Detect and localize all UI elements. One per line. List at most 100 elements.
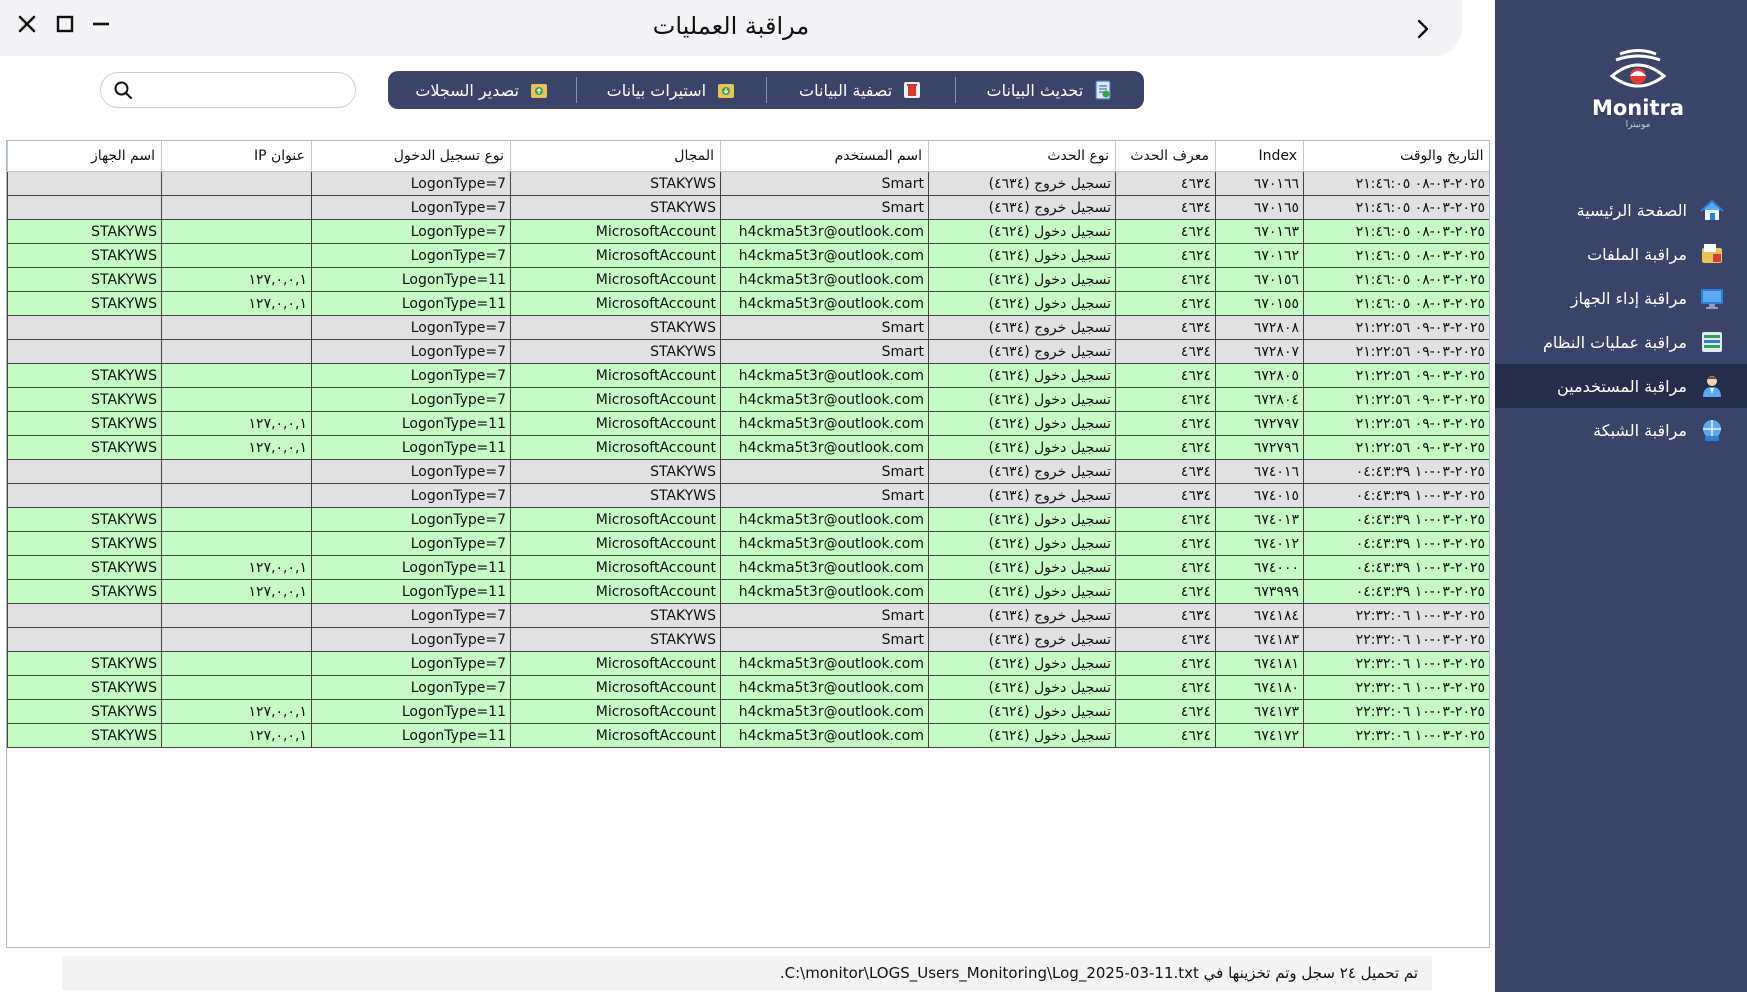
table-row[interactable]: ٢٠٢٥-٠٣-١٠ ٢٢:٣٢:٠٦ ٦٧٤١٧٣ ٤٦٢٤ تسجيل دخول … [7,699,1489,724]
sidebar-item-system-processes[interactable]: مراقبة عمليات النظام [1495,320,1747,364]
table-row[interactable]: ٢٠٢٥-٠٣-٠٩ ٢١:٢٢:٥٦ ٦٧٢٨٠٤ ٤٦٢٤ تسجيل دخول … [7,387,1489,412]
table-row[interactable]: ٢٠٢٥-٠٣-١٠ ٢٢:٣٢:٠٦ ٦٧٤١٨٤ ٤٦٣٤ تسجيل خروج … [7,603,1489,628]
cell-datetime: ٢٠٢٥-٠٣-٠٩ ٢١:٢٢:٥٦ [1303,435,1489,460]
events-table: التاريخ والوقت Index معرف الحدث نوع الحد… [6,140,1490,948]
cell-datetime: ٢٠٢٥-٠٣-٠٩ ٢١:٢٢:٥٦ [1303,315,1489,340]
sidebar-item-users[interactable]: مراقبة المستخدمين [1495,364,1747,408]
back-button[interactable] [1408,14,1438,44]
cell-index: ٦٧٢٧٩٧ [1215,411,1304,436]
cell-event-type: تسجيل دخول (٤٦٢٤) [928,723,1116,748]
export-logs-label: تصدير السجلات [415,80,519,100]
cell-datetime: ٢٠٢٥-٠٣-١٠ ٢٢:٣٢:٠٦ [1303,675,1489,700]
table-row[interactable]: ٢٠٢٥-٠٣-٠٨ ٢١:٤٦:٠٥ ٦٧٠١٦٢ ٤٦٢٤ تسجيل دخول … [7,243,1489,268]
import-icon [718,84,735,98]
sidebar-item-files[interactable]: مراقبة الملفات [1495,232,1747,276]
cell-event-type: تسجيل خروج (٤٦٣٤) [928,603,1116,628]
import-data-button[interactable]: استيرات بيانات [576,77,765,103]
column-header-datetime[interactable]: التاريخ والوقت [1303,141,1489,172]
table-row[interactable]: ٢٠٢٥-٠٣-١٠ ٢٢:٣٢:٠٦ ٦٧٤١٨٠ ٤٦٢٤ تسجيل دخول … [7,675,1489,700]
cell-username: h4ckma5t3r@outlook.com [720,507,929,532]
table-row[interactable]: ٢٠٢٥-٠٣-٠٩ ٢١:٢٢:٥٦ ٦٧٢٨٠٥ ٤٦٢٤ تسجيل دخول … [7,363,1489,388]
column-header-device-name[interactable]: اسم الجهاز [7,141,162,172]
table-row[interactable]: ٢٠٢٥-٠٣-١٠ ٠٤:٤٣:٣٩ ٦٧٤٠١٦ ٤٦٣٤ تسجيل خروج … [7,459,1489,484]
cell-username: h4ckma5t3r@outlook.com [720,579,929,604]
sidebar-item-home[interactable]: الصفحة الرئيسية [1495,188,1747,232]
table-row[interactable]: ٢٠٢٥-٠٣-٠٨ ٢١:٤٦:٠٥ ٦٧٠١٥٥ ٤٦٢٤ تسجيل دخول … [7,291,1489,316]
cell-device-name [7,339,162,364]
folder-icon [1702,244,1722,263]
column-header-event-type[interactable]: نوع الحدث [928,141,1116,172]
column-header-username[interactable]: اسم المستخدم [720,141,929,172]
cell-datetime: ٢٠٢٥-٠٣-١٠ ٢٢:٣٢:٠٦ [1303,651,1489,676]
table-row[interactable]: ٢٠٢٥-٠٣-٠٩ ٢١:٢٢:٥٦ ٦٧٢٨٠٧ ٤٦٣٤ تسجيل خروج … [7,339,1489,364]
cell-username: h4ckma5t3r@outlook.com [720,363,929,388]
sidebar-item-label: مراقبة عمليات النظام [1543,332,1687,352]
sidebar-item-network[interactable]: مراقبة الشبكة [1495,408,1747,452]
column-header-index[interactable]: Index [1215,141,1304,172]
cell-domain: MicrosoftAccount [510,579,721,604]
table-row[interactable]: ٢٠٢٥-٠٣-٠٩ ٢١:٢٢:٥٦ ٦٧٢٨٠٨ ٤٦٣٤ تسجيل خروج … [7,315,1489,340]
filter-data-button[interactable]: تصفية البيانات [765,77,955,103]
cell-ip-address [161,675,312,700]
table-row[interactable]: ٢٠٢٥-٠٣-٠٩ ٢١:٢٢:٥٦ ٦٧٢٧٩٦ ٤٦٢٤ تسجيل دخول … [7,435,1489,460]
cell-domain: STAKYWS [510,603,721,628]
cell-logon-type: LogonType=7 [311,531,511,556]
cell-event-id: ٤٦٢٤ [1115,651,1216,676]
refresh-data-button[interactable]: تحديث البيانات [954,77,1144,103]
table-row[interactable]: ٢٠٢٥-٠٣-٠٨ ٢١:٤٦:٠٥ ٦٧٠١٦٦ ٤٦٣٤ تسجيل خروج … [7,171,1489,196]
sidebar-item-device-performance[interactable]: مراقبة إداء الجهاز [1495,276,1747,320]
cell-datetime: ٢٠٢٥-٠٣-١٠ ٢٢:٣٢:٠٦ [1303,699,1489,724]
column-header-domain[interactable]: المجال [510,141,721,172]
cell-event-id: ٤٦٣٤ [1115,171,1216,196]
cell-datetime: ٢٠٢٥-٠٣-١٠ ٠٤:٤٣:٣٩ [1303,531,1489,556]
cell-domain: STAKYWS [510,315,721,340]
user-icon [1703,376,1721,397]
column-header-ip-address[interactable]: عنوان IP [161,141,312,172]
search-box[interactable] [100,72,356,108]
cell-logon-type: LogonType=11 [311,411,511,436]
table-row[interactable]: ٢٠٢٥-٠٣-١٠ ٢٢:٣٢:٠٦ ٦٧٤١٨٣ ٤٦٣٤ تسجيل خروج … [7,627,1489,652]
cell-event-id: ٤٦٢٤ [1115,243,1216,268]
cell-ip-address [161,219,312,244]
table-row[interactable]: ٢٠٢٥-٠٣-١٠ ٠٤:٤٣:٣٩ ٦٧٤٠١٣ ٤٦٢٤ تسجيل دخول … [7,507,1489,532]
column-header-event-id[interactable]: معرف الحدث [1115,141,1216,172]
cell-device-name: STAKYWS [7,531,162,556]
cell-logon-type: LogonType=7 [311,459,511,484]
chevron-right-icon [1417,19,1429,39]
column-header-logon-type[interactable]: نوع تسجيل الدخول [311,141,511,172]
search-input[interactable] [145,79,347,103]
cell-username: h4ckma5t3r@outlook.com [720,675,929,700]
table-row[interactable]: ٢٠٢٥-٠٣-٠٨ ٢١:٤٦:٠٥ ٦٧٠١٦٥ ٤٦٣٤ تسجيل خروج … [7,195,1489,220]
cell-index: ٦٧٠١٥٥ [1215,291,1304,316]
export-logs-button[interactable]: تصدير السجلات [388,77,576,103]
page-title: مراقبة العمليات [652,12,810,40]
table-row[interactable]: ٢٠٢٥-٠٣-١٠ ٢٢:٣٢:٠٦ ٦٧٤١٧٢ ٤٦٢٤ تسجيل دخول … [7,723,1489,748]
cell-index: ٦٧٤٠٠٠ [1215,555,1304,580]
cell-domain: MicrosoftAccount [510,411,721,436]
cell-device-name [7,315,162,340]
table-row[interactable]: ٢٠٢٥-٠٣-٠٩ ٢١:٢٢:٥٦ ٦٧٢٧٩٧ ٤٦٢٤ تسجيل دخول … [7,411,1489,436]
cell-ip-address [161,483,312,508]
sidebar-item-label: مراقبة إداء الجهاز [1570,288,1687,308]
table-row[interactable]: ٢٠٢٥-٠٣-١٠ ٢٢:٣٢:٠٦ ٦٧٤١٨١ ٤٦٢٤ تسجيل دخول … [7,651,1489,676]
cell-event-id: ٤٦٢٤ [1115,555,1216,580]
cell-username: Smart [720,459,929,484]
table-row[interactable]: ٢٠٢٥-٠٣-١٠ ٠٤:٤٣:٣٩ ٦٧٤٠١٢ ٤٦٢٤ تسجيل دخول … [7,531,1489,556]
refresh-doc-icon [1095,80,1111,100]
table-row[interactable]: ٢٠٢٥-٠٣-٠٨ ٢١:٤٦:٠٥ ٦٧٠١٥٦ ٤٦٢٤ تسجيل دخول … [7,267,1489,292]
cell-ip-address [161,195,312,220]
table-row[interactable]: ٢٠٢٥-٠٣-١٠ ٠٤:٤٣:٣٩ ٦٧٤٠١٥ ٤٦٣٤ تسجيل خروج … [7,483,1489,508]
cell-ip-address [161,651,312,676]
cell-index: ٦٧٠١٦٢ [1215,243,1304,268]
cell-event-id: ٤٦٢٤ [1115,435,1216,460]
cell-domain: MicrosoftAccount [510,675,721,700]
cell-domain: STAKYWS [510,195,721,220]
table-row[interactable]: ٢٠٢٥-٠٣-١٠ ٠٤:٤٣:٣٩ ٦٧٤٠٠٠ ٤٦٢٤ تسجيل دخول … [7,555,1489,580]
cell-device-name: STAKYWS [7,219,162,244]
table-row[interactable]: ٢٠٢٥-٠٣-٠٨ ٢١:٤٦:٠٥ ٦٧٠١٦٣ ٤٦٢٤ تسجيل دخول … [7,219,1489,244]
cell-ip-address [161,243,312,268]
cell-datetime: ٢٠٢٥-٠٣-٠٨ ٢١:٤٦:٠٥ [1303,219,1489,244]
cell-ip-address [161,507,312,532]
table-row[interactable]: ٢٠٢٥-٠٣-١٠ ٠٤:٤٣:٣٩ ٦٧٣٩٩٩ ٤٦٢٤ تسجيل دخول … [7,579,1489,604]
cell-logon-type: LogonType=7 [311,363,511,388]
